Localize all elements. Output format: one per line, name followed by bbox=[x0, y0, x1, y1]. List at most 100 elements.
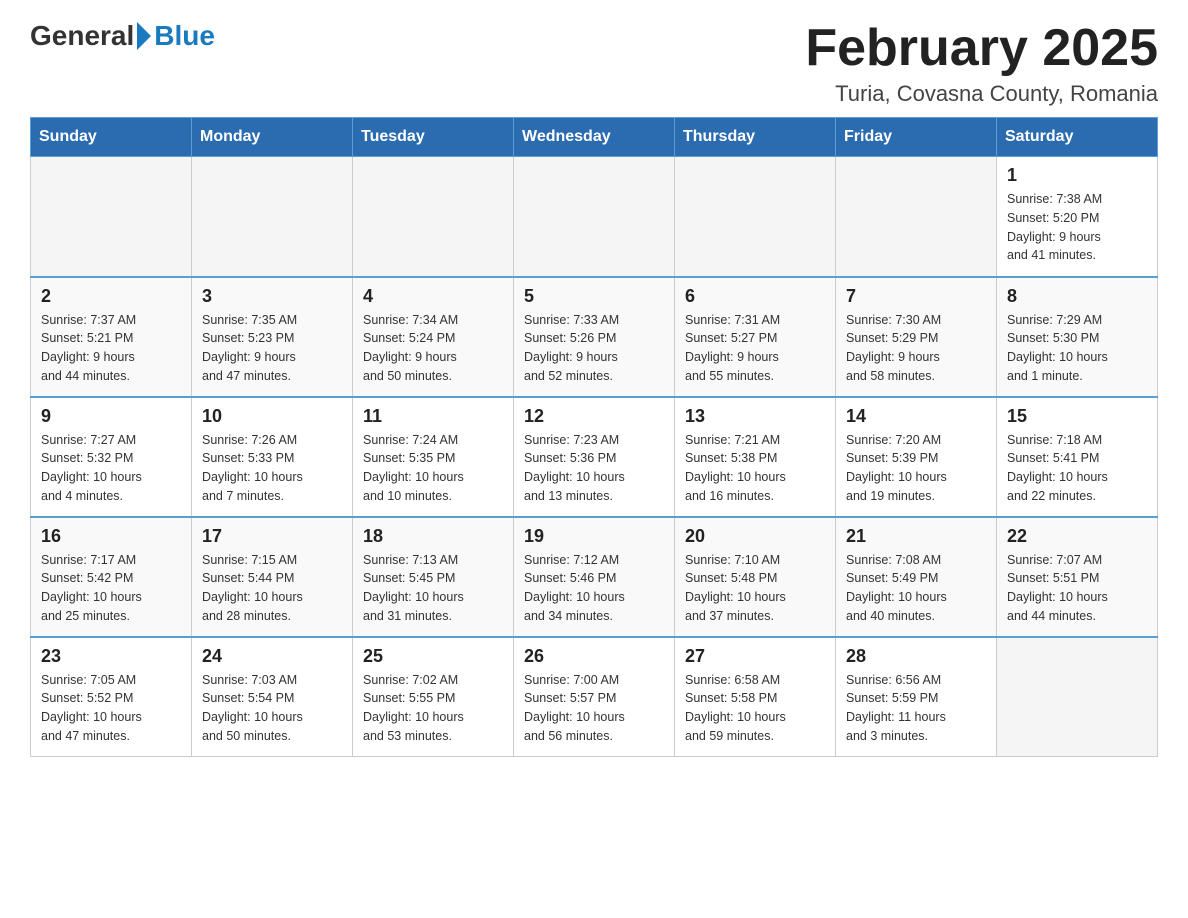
day-info: Sunrise: 7:05 AM Sunset: 5:52 PM Dayligh… bbox=[41, 671, 181, 746]
day-number: 16 bbox=[41, 526, 181, 547]
day-info: Sunrise: 7:29 AM Sunset: 5:30 PM Dayligh… bbox=[1007, 311, 1147, 386]
day-number: 14 bbox=[846, 406, 986, 427]
calendar-day-cell: 9 Sunrise: 7:27 AM Sunset: 5:32 PM Daylig… bbox=[31, 397, 192, 517]
day-info: Sunrise: 7:17 AM Sunset: 5:42 PM Dayligh… bbox=[41, 551, 181, 626]
day-number: 26 bbox=[524, 646, 664, 667]
calendar-day-cell: 27 Sunrise: 6:58 AM Sunset: 5:58 PM Dayli… bbox=[675, 637, 836, 757]
day-info: Sunrise: 7:08 AM Sunset: 5:49 PM Dayligh… bbox=[846, 551, 986, 626]
day-number: 5 bbox=[524, 286, 664, 307]
month-title: February 2025 bbox=[805, 20, 1158, 77]
day-info: Sunrise: 7:12 AM Sunset: 5:46 PM Dayligh… bbox=[524, 551, 664, 626]
day-number: 27 bbox=[685, 646, 825, 667]
day-number: 25 bbox=[363, 646, 503, 667]
day-number: 7 bbox=[846, 286, 986, 307]
day-number: 23 bbox=[41, 646, 181, 667]
day-number: 12 bbox=[524, 406, 664, 427]
day-number: 18 bbox=[363, 526, 503, 547]
calendar-day-cell: 17 Sunrise: 7:15 AM Sunset: 5:44 PM Dayli… bbox=[192, 517, 353, 637]
day-info: Sunrise: 7:00 AM Sunset: 5:57 PM Dayligh… bbox=[524, 671, 664, 746]
calendar-week-row: 9 Sunrise: 7:27 AM Sunset: 5:32 PM Daylig… bbox=[31, 397, 1158, 517]
day-info: Sunrise: 7:37 AM Sunset: 5:21 PM Dayligh… bbox=[41, 311, 181, 386]
calendar-day-cell: 7 Sunrise: 7:30 AM Sunset: 5:29 PM Daylig… bbox=[836, 277, 997, 397]
page-header: General Blue February 2025 Turia, Covasn… bbox=[30, 20, 1158, 107]
day-number: 9 bbox=[41, 406, 181, 427]
calendar-day-cell: 25 Sunrise: 7:02 AM Sunset: 5:55 PM Dayli… bbox=[353, 637, 514, 757]
calendar-week-row: 16 Sunrise: 7:17 AM Sunset: 5:42 PM Dayli… bbox=[31, 517, 1158, 637]
day-info: Sunrise: 7:20 AM Sunset: 5:39 PM Dayligh… bbox=[846, 431, 986, 506]
calendar-day-cell: 28 Sunrise: 6:56 AM Sunset: 5:59 PM Dayli… bbox=[836, 637, 997, 757]
calendar-day-cell bbox=[31, 157, 192, 277]
calendar-day-cell bbox=[514, 157, 675, 277]
day-info: Sunrise: 7:10 AM Sunset: 5:48 PM Dayligh… bbox=[685, 551, 825, 626]
day-number: 17 bbox=[202, 526, 342, 547]
calendar-week-row: 2Sunrise: 7:37 AM Sunset: 5:21 PM Daylig… bbox=[31, 277, 1158, 397]
calendar-day-cell bbox=[997, 637, 1158, 757]
calendar-day-cell: 26 Sunrise: 7:00 AM Sunset: 5:57 PM Dayli… bbox=[514, 637, 675, 757]
calendar-day-cell: 16 Sunrise: 7:17 AM Sunset: 5:42 PM Dayli… bbox=[31, 517, 192, 637]
calendar-day-cell: 1 Sunrise: 7:38 AM Sunset: 5:20 PM Daylig… bbox=[997, 157, 1158, 277]
day-info: Sunrise: 7:07 AM Sunset: 5:51 PM Dayligh… bbox=[1007, 551, 1147, 626]
day-info: Sunrise: 6:58 AM Sunset: 5:58 PM Dayligh… bbox=[685, 671, 825, 746]
calendar-day-cell: 12 Sunrise: 7:23 AM Sunset: 5:36 PM Dayli… bbox=[514, 397, 675, 517]
day-info: Sunrise: 7:38 AM Sunset: 5:20 PM Dayligh… bbox=[1007, 190, 1147, 265]
calendar-table: SundayMondayTuesdayWednesdayThursdayFrid… bbox=[30, 117, 1158, 757]
day-info: Sunrise: 7:27 AM Sunset: 5:32 PM Dayligh… bbox=[41, 431, 181, 506]
day-of-week-header: Thursday bbox=[675, 118, 836, 157]
calendar-day-cell: 22Sunrise: 7:07 AM Sunset: 5:51 PM Dayli… bbox=[997, 517, 1158, 637]
calendar-day-cell: 8 Sunrise: 7:29 AM Sunset: 5:30 PM Daylig… bbox=[997, 277, 1158, 397]
calendar-day-cell bbox=[675, 157, 836, 277]
calendar-day-cell: 10Sunrise: 7:26 AM Sunset: 5:33 PM Dayli… bbox=[192, 397, 353, 517]
logo-blue-text: Blue bbox=[154, 20, 215, 52]
calendar-day-cell bbox=[836, 157, 997, 277]
day-info: Sunrise: 7:34 AM Sunset: 5:24 PM Dayligh… bbox=[363, 311, 503, 386]
day-info: Sunrise: 7:26 AM Sunset: 5:33 PM Dayligh… bbox=[202, 431, 342, 506]
day-number: 4 bbox=[363, 286, 503, 307]
calendar-day-cell: 15 Sunrise: 7:18 AM Sunset: 5:41 PM Dayli… bbox=[997, 397, 1158, 517]
day-number: 24 bbox=[202, 646, 342, 667]
calendar-day-cell: 23 Sunrise: 7:05 AM Sunset: 5:52 PM Dayli… bbox=[31, 637, 192, 757]
calendar-day-cell: 21 Sunrise: 7:08 AM Sunset: 5:49 PM Dayli… bbox=[836, 517, 997, 637]
day-number: 8 bbox=[1007, 286, 1147, 307]
day-number: 13 bbox=[685, 406, 825, 427]
day-of-week-header: Saturday bbox=[997, 118, 1158, 157]
location-title: Turia, Covasna County, Romania bbox=[805, 81, 1158, 107]
day-info: Sunrise: 7:18 AM Sunset: 5:41 PM Dayligh… bbox=[1007, 431, 1147, 506]
calendar-header-row: SundayMondayTuesdayWednesdayThursdayFrid… bbox=[31, 118, 1158, 157]
day-number: 6 bbox=[685, 286, 825, 307]
day-number: 20 bbox=[685, 526, 825, 547]
calendar-day-cell: 24 Sunrise: 7:03 AM Sunset: 5:54 PM Dayli… bbox=[192, 637, 353, 757]
day-of-week-header: Wednesday bbox=[514, 118, 675, 157]
day-number: 28 bbox=[846, 646, 986, 667]
day-info: Sunrise: 7:35 AM Sunset: 5:23 PM Dayligh… bbox=[202, 311, 342, 386]
calendar-day-cell: 14 Sunrise: 7:20 AM Sunset: 5:39 PM Dayli… bbox=[836, 397, 997, 517]
day-info: Sunrise: 7:03 AM Sunset: 5:54 PM Dayligh… bbox=[202, 671, 342, 746]
title-section: February 2025 Turia, Covasna County, Rom… bbox=[805, 20, 1158, 107]
calendar-day-cell: 18Sunrise: 7:13 AM Sunset: 5:45 PM Dayli… bbox=[353, 517, 514, 637]
day-number: 1 bbox=[1007, 165, 1147, 186]
logo-general-text: General bbox=[30, 20, 134, 52]
day-of-week-header: Monday bbox=[192, 118, 353, 157]
logo-arrow-icon bbox=[137, 22, 151, 50]
day-number: 21 bbox=[846, 526, 986, 547]
calendar-day-cell: 5 Sunrise: 7:33 AM Sunset: 5:26 PM Daylig… bbox=[514, 277, 675, 397]
calendar-day-cell: 3 Sunrise: 7:35 AM Sunset: 5:23 PM Daylig… bbox=[192, 277, 353, 397]
day-info: Sunrise: 6:56 AM Sunset: 5:59 PM Dayligh… bbox=[846, 671, 986, 746]
day-number: 11 bbox=[363, 406, 503, 427]
calendar-day-cell: 19Sunrise: 7:12 AM Sunset: 5:46 PM Dayli… bbox=[514, 517, 675, 637]
logo: General Blue bbox=[30, 20, 215, 52]
day-info: Sunrise: 7:23 AM Sunset: 5:36 PM Dayligh… bbox=[524, 431, 664, 506]
calendar-day-cell: 2Sunrise: 7:37 AM Sunset: 5:21 PM Daylig… bbox=[31, 277, 192, 397]
day-of-week-header: Tuesday bbox=[353, 118, 514, 157]
day-info: Sunrise: 7:21 AM Sunset: 5:38 PM Dayligh… bbox=[685, 431, 825, 506]
calendar-week-row: 1 Sunrise: 7:38 AM Sunset: 5:20 PM Daylig… bbox=[31, 157, 1158, 277]
calendar-week-row: 23 Sunrise: 7:05 AM Sunset: 5:52 PM Dayli… bbox=[31, 637, 1158, 757]
day-info: Sunrise: 7:02 AM Sunset: 5:55 PM Dayligh… bbox=[363, 671, 503, 746]
calendar-day-cell: 11Sunrise: 7:24 AM Sunset: 5:35 PM Dayli… bbox=[353, 397, 514, 517]
day-info: Sunrise: 7:30 AM Sunset: 5:29 PM Dayligh… bbox=[846, 311, 986, 386]
day-info: Sunrise: 7:31 AM Sunset: 5:27 PM Dayligh… bbox=[685, 311, 825, 386]
day-info: Sunrise: 7:33 AM Sunset: 5:26 PM Dayligh… bbox=[524, 311, 664, 386]
day-number: 15 bbox=[1007, 406, 1147, 427]
day-number: 3 bbox=[202, 286, 342, 307]
day-info: Sunrise: 7:15 AM Sunset: 5:44 PM Dayligh… bbox=[202, 551, 342, 626]
calendar-day-cell bbox=[192, 157, 353, 277]
